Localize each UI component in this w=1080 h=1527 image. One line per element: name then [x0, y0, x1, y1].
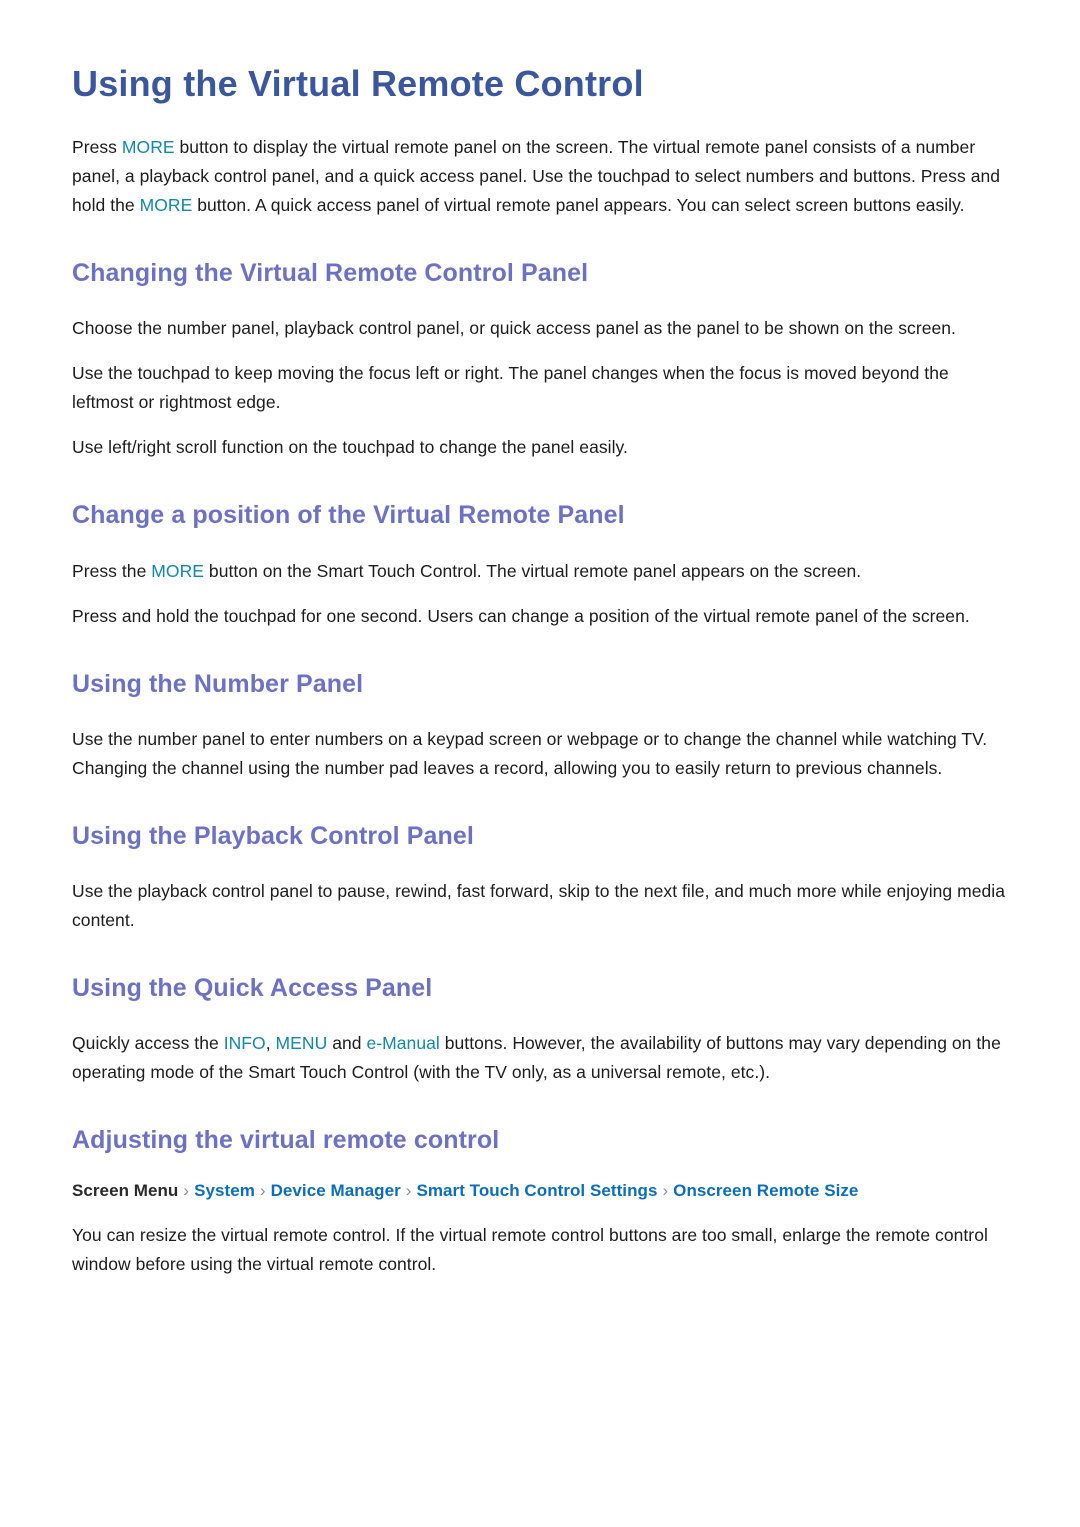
intro-text-part-3: button. A quick access panel of virtual …: [192, 195, 965, 216]
intro-paragraph: Press MORE button to display the virtual…: [72, 133, 1007, 220]
e-manual-button-reference: e-Manual: [366, 1033, 440, 1054]
breadcrumb-item-device-manager[interactable]: Device Manager: [271, 1181, 401, 1200]
section-number-panel-paragraph-1: Use the number panel to enter numbers on…: [72, 728, 988, 778]
intro-text-part-1: Press: [72, 137, 122, 158]
document-page: Using the Virtual Remote Control Press M…: [0, 0, 1080, 1527]
breadcrumb-root: Screen Menu: [72, 1180, 179, 1200]
section-heading-adjusting-remote: Adjusting the virtual remote control: [72, 1126, 500, 1155]
section-changing-panel-paragraph-3: Use left/right scroll function on the to…: [72, 437, 628, 458]
breadcrumb-item-smart-touch-control-settings[interactable]: Smart Touch Control Settings: [416, 1181, 657, 1200]
section-heading-changing-panel: Changing the Virtual Remote Control Pane…: [72, 259, 589, 288]
change-position-text-part-2: button on the Smart Touch Control. The v…: [204, 560, 862, 581]
section-changing-panel-paragraph-1: Choose the number panel, playback contro…: [72, 318, 956, 339]
section-playback-control-paragraph-1: Use the playback control panel to pause,…: [72, 881, 1006, 931]
section-quick-access-paragraph-1: Quickly access the INFO, MENU and e-Manu…: [72, 1029, 1007, 1087]
breadcrumb: Screen Menu › System › Device Manager › Smart …: [72, 1177, 1008, 1205]
section-change-position-paragraph-2: Press and hold the touchpad for one seco…: [72, 605, 970, 626]
more-button-reference-2: MORE: [139, 195, 193, 216]
section-change-position-paragraph-1: Press the MORE button on the Smart Touch…: [72, 557, 1007, 586]
more-button-reference-1: MORE: [121, 137, 175, 158]
quick-access-conjunction: and: [327, 1033, 367, 1054]
section-heading-playback-control-panel: Using the Playback Control Panel: [72, 821, 474, 850]
quick-access-text-part-1: Quickly access the: [72, 1033, 224, 1054]
page-title: Using the Virtual Remote Control: [72, 63, 644, 104]
breadcrumb-separator-icon: ›: [662, 1180, 669, 1200]
section-heading-change-position: Change a position of the Virtual Remote …: [72, 501, 625, 530]
breadcrumb-separator-icon: ›: [259, 1180, 266, 1200]
section-adjusting-remote-paragraph-1: You can resize the virtual remote contro…: [72, 1224, 988, 1274]
change-position-text-part-1: Press the: [72, 560, 152, 581]
breadcrumb-item-onscreen-remote-size[interactable]: Onscreen Remote Size: [673, 1181, 858, 1200]
menu-button-reference: MENU: [275, 1033, 328, 1054]
section-heading-number-panel: Using the Number Panel: [72, 669, 364, 698]
breadcrumb-separator-icon: ›: [183, 1180, 190, 1200]
info-button-reference: INFO: [223, 1033, 266, 1054]
section-changing-panel-paragraph-2: Use the touchpad to keep moving the focu…: [72, 363, 949, 413]
more-button-reference-3: MORE: [151, 560, 204, 581]
quick-access-comma: ,: [265, 1033, 276, 1054]
breadcrumb-separator-icon: ›: [405, 1180, 412, 1200]
section-heading-quick-access-panel: Using the Quick Access Panel: [72, 974, 433, 1003]
breadcrumb-item-system[interactable]: System: [194, 1181, 255, 1200]
